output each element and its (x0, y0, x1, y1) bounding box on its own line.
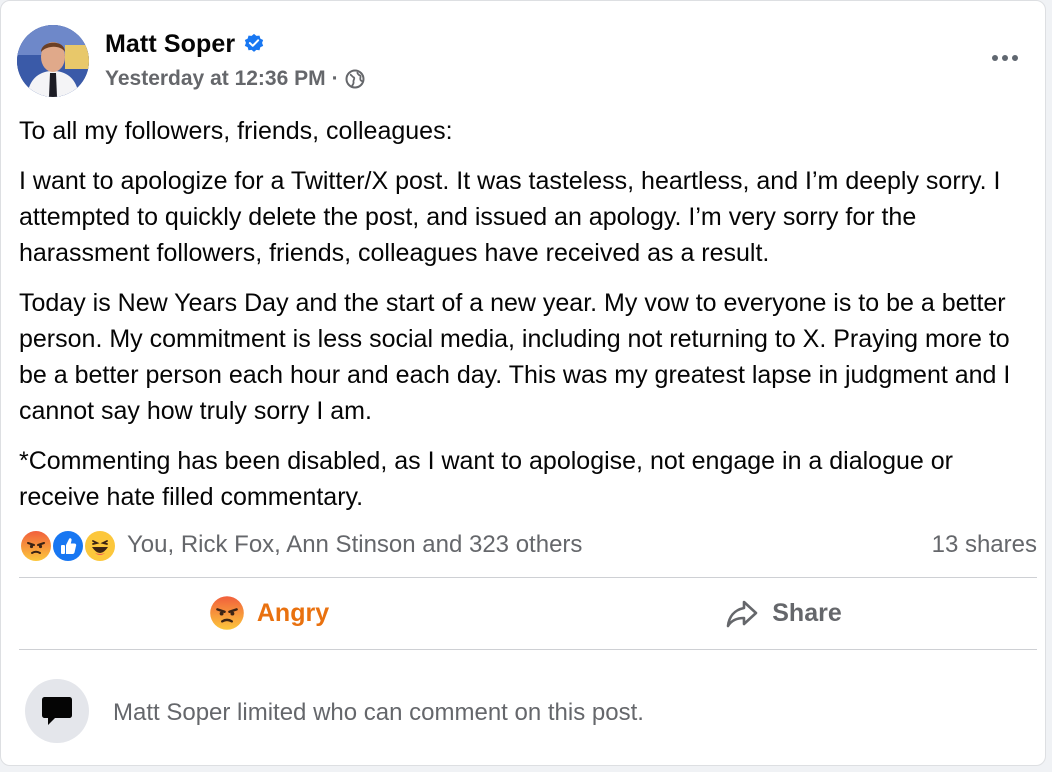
share-button-label: Share (772, 598, 842, 627)
author-row: Matt Soper (105, 29, 265, 59)
more-dot-icon (992, 55, 998, 61)
comment-bubble-icon (25, 679, 89, 743)
globe-icon[interactable] (345, 69, 365, 89)
share-button[interactable]: Share (533, 587, 1033, 639)
angry-reaction-icon (19, 529, 53, 563)
post-actions: Angry Share (19, 579, 1037, 647)
post-card: Matt Soper Yesterday at 12:36 PM · To al… (0, 0, 1046, 766)
angry-reaction-icon (209, 595, 245, 631)
more-dot-icon (1002, 55, 1008, 61)
comments-limited-notice: Matt Soper limited who can comment on th… (25, 679, 1025, 745)
post-header: Matt Soper Yesterday at 12:36 PM · (17, 25, 1027, 99)
reactors-list[interactable]: You, Rick Fox, Ann Stinson and 323 other… (127, 531, 582, 559)
post-paragraph: Today is New Years Day and the start of … (19, 289, 1011, 425)
like-reaction-icon (51, 529, 85, 563)
post-timestamp[interactable]: Yesterday at 12:36 PM (105, 67, 326, 91)
comments-limited-text: Matt Soper limited who can comment on th… (113, 699, 644, 726)
reaction-icons[interactable] (19, 529, 119, 563)
angry-button-label: Angry (256, 598, 330, 627)
author-name[interactable]: Matt Soper (105, 30, 235, 59)
more-options-button[interactable] (985, 43, 1025, 73)
shares-count[interactable]: 13 shares (932, 531, 1037, 559)
post-paragraph: I want to apologize for a Twitter/X post… (19, 167, 1001, 267)
more-dot-icon (1012, 55, 1018, 61)
verified-badge-icon (243, 33, 265, 55)
post-meta: Yesterday at 12:36 PM · (105, 67, 365, 91)
share-arrow-icon (724, 595, 760, 631)
divider (19, 649, 1037, 650)
post-paragraph: To all my followers, friends, colleagues… (19, 117, 453, 145)
haha-reaction-icon (83, 529, 117, 563)
author-avatar[interactable] (17, 25, 89, 97)
divider (19, 577, 1037, 578)
meta-separator: · (331, 67, 339, 90)
reactions-summary: You, Rick Fox, Ann Stinson and 323 other… (19, 527, 1037, 567)
angry-reaction-button[interactable]: Angry (19, 587, 519, 639)
post-paragraph: *Commenting has been disabled, as I want… (19, 447, 953, 511)
post-body: To all my followers, friends, colleagues… (19, 113, 1033, 529)
